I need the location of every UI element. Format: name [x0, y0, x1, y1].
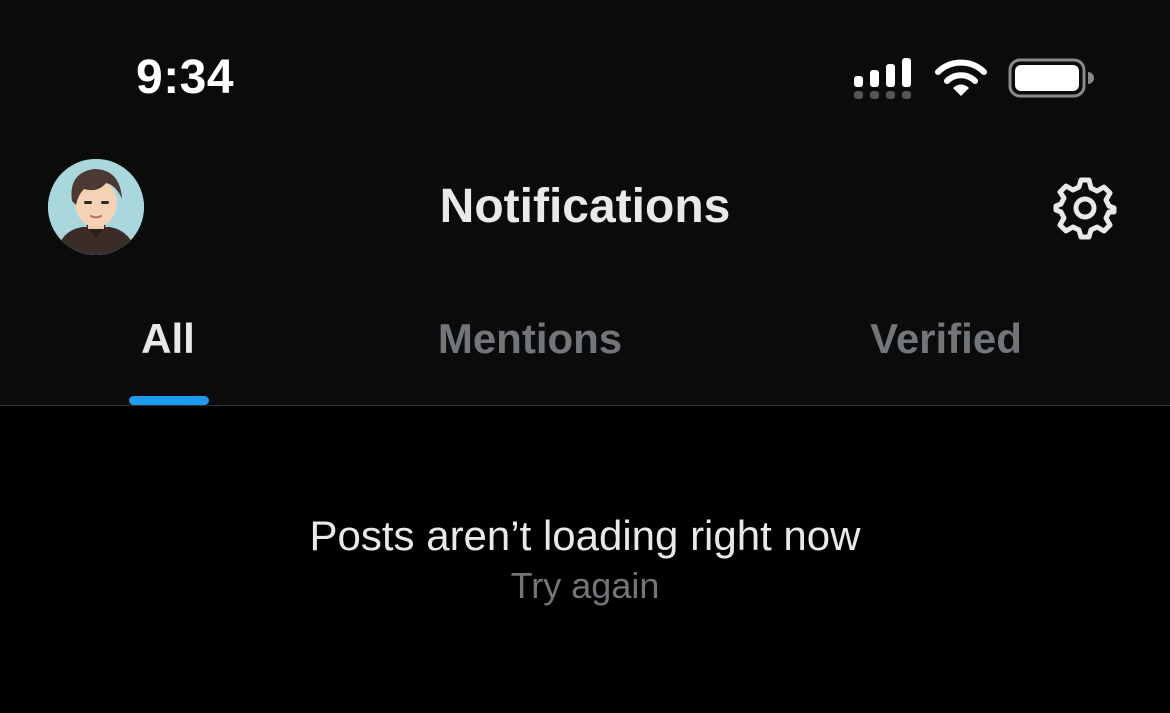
wifi-icon — [934, 58, 988, 98]
page-title: Notifications — [439, 180, 731, 233]
cellular-signal-icon — [852, 56, 916, 102]
try-again-button[interactable]: Try again — [385, 563, 785, 609]
status-icons — [852, 56, 1097, 102]
top-bar: 9:34 Notifications All Mentions Verified — [0, 0, 1170, 405]
tabs-divider — [0, 405, 1170, 406]
settings-button[interactable] — [1052, 175, 1118, 241]
active-tab-indicator — [129, 396, 209, 405]
gear-icon — [1052, 175, 1118, 241]
battery-icon — [1008, 58, 1094, 98]
tab-mentions[interactable]: Mentions — [390, 312, 670, 366]
tab-verified[interactable]: Verified — [826, 312, 1066, 366]
tab-all[interactable]: All — [88, 312, 248, 366]
status-time: 9:34 — [136, 51, 235, 104]
error-message: Posts aren’t loading right now — [309, 512, 861, 559]
